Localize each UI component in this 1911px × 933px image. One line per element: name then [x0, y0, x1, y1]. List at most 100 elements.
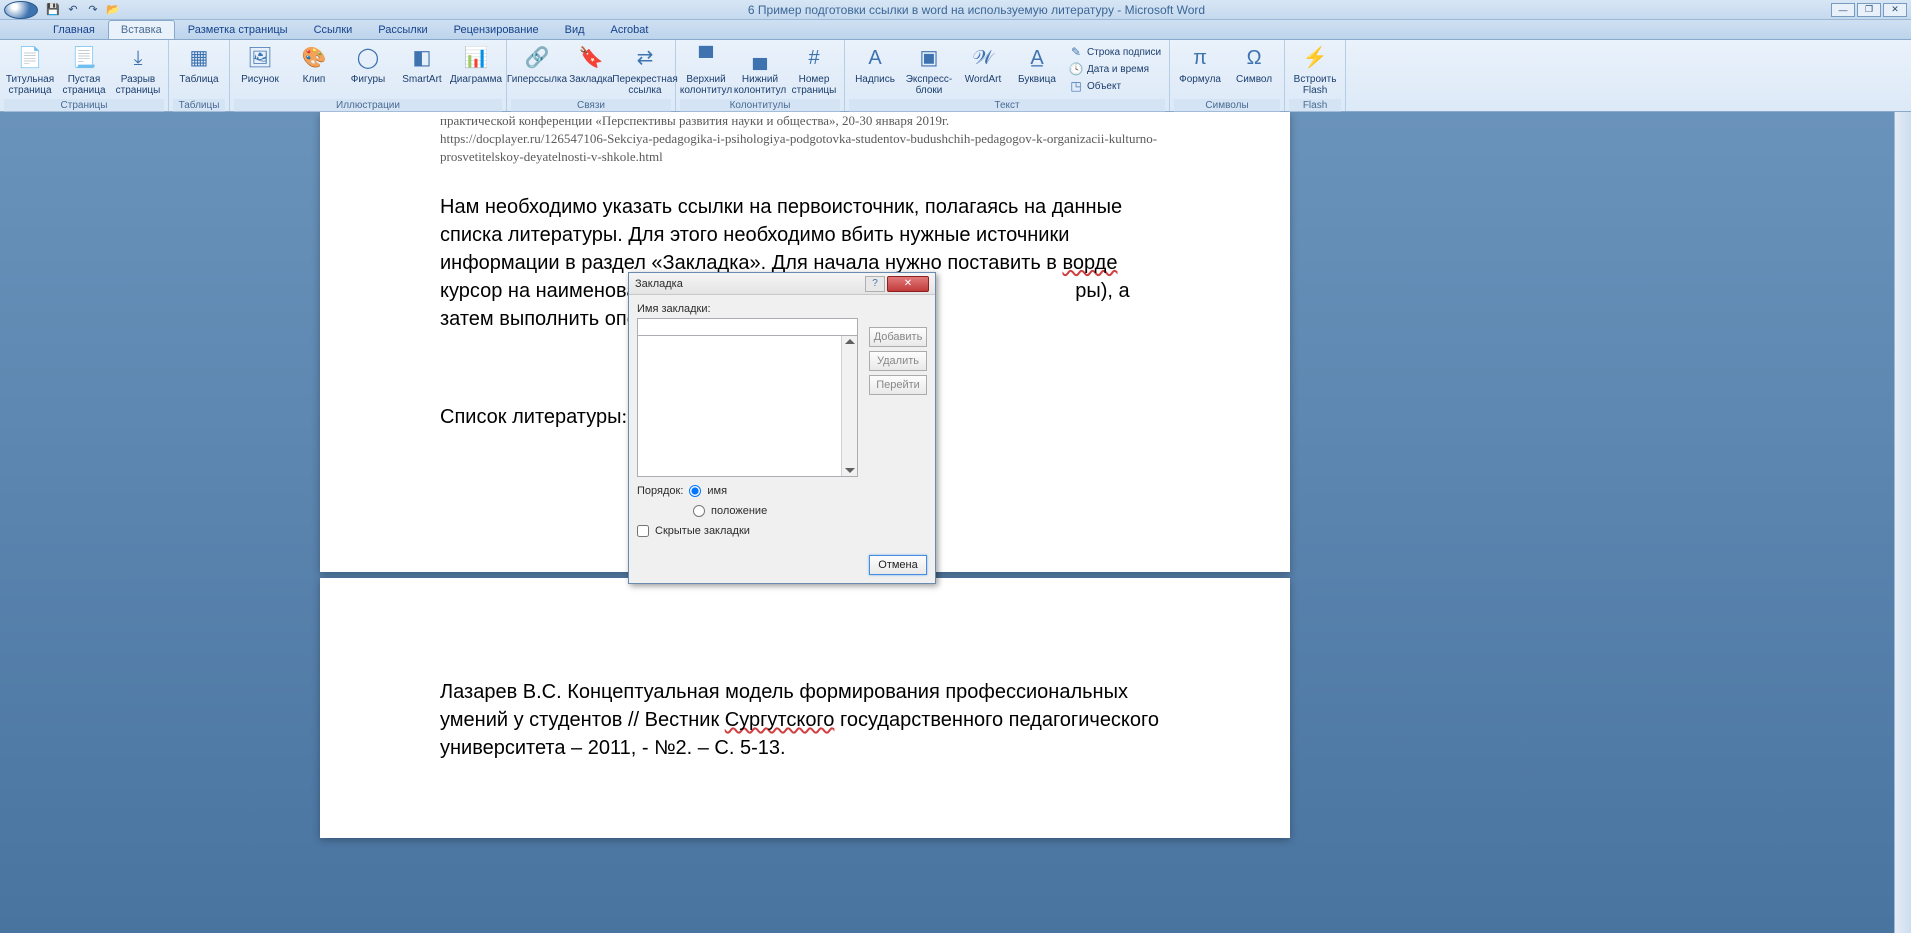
tab-insert[interactable]: Вставка — [108, 20, 175, 39]
vertical-scrollbar[interactable] — [1894, 112, 1911, 933]
object-icon: ◳ — [1069, 79, 1083, 93]
bookmark-list[interactable] — [637, 335, 858, 477]
pagenum-icon: # — [800, 44, 828, 72]
doc-line: практической конференции «Перспективы ра… — [440, 112, 1170, 130]
bookmark-dialog: Закладка ? ✕ Имя закладки: Добавить Удал… — [628, 272, 936, 584]
equation-button[interactable]: πФормула — [1174, 44, 1226, 99]
clipart-icon: 🎨 — [300, 44, 328, 72]
tab-review[interactable]: Рецензирование — [441, 20, 552, 39]
wordart-icon: 𝒲 — [969, 44, 997, 72]
clipart-button[interactable]: 🎨Клип — [288, 44, 340, 99]
quickparts-button[interactable]: ▣Экспресс-блоки — [903, 44, 955, 99]
symbol-button[interactable]: ΩСимвол — [1228, 44, 1280, 99]
group-links: 🔗Гиперссылка 🔖Закладка ⇄Перекрестная ссы… — [507, 40, 676, 111]
equation-icon: π — [1186, 44, 1214, 72]
tab-mailings[interactable]: Рассылки — [365, 20, 440, 39]
hidden-bookmarks-row: Скрытые закладки — [637, 525, 927, 537]
redo-icon[interactable]: ↷ — [84, 2, 102, 18]
hyperlink-button[interactable]: 🔗Гиперссылка — [511, 44, 563, 99]
group-flash: ⚡Встроить Flash Flash — [1285, 40, 1346, 111]
bookmark-name-input[interactable] — [637, 318, 858, 336]
smartart-icon: ◧ — [408, 44, 436, 72]
dialog-title: Закладка — [635, 278, 865, 290]
open-icon[interactable]: 📂 — [104, 2, 122, 18]
symbol-icon: Ω — [1240, 44, 1268, 72]
datetime-icon: 🕓 — [1069, 62, 1083, 76]
tab-page-layout[interactable]: Разметка страницы — [175, 20, 301, 39]
footer-icon: ▄ — [746, 44, 774, 72]
dialog-titlebar[interactable]: Закладка ? ✕ — [629, 273, 935, 295]
goto-bookmark-button[interactable]: Перейти — [869, 375, 927, 395]
window-controls: — ❐ ✕ — [1831, 3, 1907, 17]
page-number-button[interactable]: #Номер страницы — [788, 44, 840, 99]
header-icon: ▀ — [692, 44, 720, 72]
hidden-bookmarks-checkbox[interactable] — [637, 525, 649, 537]
document-workspace[interactable]: практической конференции «Перспективы ра… — [0, 112, 1911, 933]
tab-references[interactable]: Ссылки — [301, 20, 366, 39]
group-label: Символы — [1174, 99, 1280, 112]
tab-acrobat[interactable]: Acrobat — [598, 20, 662, 39]
sort-name-radio[interactable] — [689, 485, 701, 497]
smartart-button[interactable]: ◧SmartArt — [396, 44, 448, 99]
dialog-help-button[interactable]: ? — [865, 276, 885, 292]
group-label: Страницы — [4, 99, 164, 112]
undo-icon[interactable]: ↶ — [64, 2, 82, 18]
signature-icon: ✎ — [1069, 45, 1083, 59]
ribbon-tabs: Главная Вставка Разметка страницы Ссылки… — [0, 20, 1911, 40]
signature-line-button[interactable]: ✎Строка подписи — [1065, 44, 1165, 60]
dropcap-icon: A̲ — [1023, 44, 1051, 72]
chart-icon: 📊 — [462, 44, 490, 72]
tab-home[interactable]: Главная — [40, 20, 108, 39]
document-page[interactable]: Лазарев В.С. Концептуальная модель форми… — [320, 578, 1290, 838]
textbox-button[interactable]: AНадпись — [849, 44, 901, 99]
object-button[interactable]: ◳Объект — [1065, 78, 1165, 94]
header-button[interactable]: ▀Верхний колонтитул — [680, 44, 732, 99]
close-window-button[interactable]: ✕ — [1883, 3, 1907, 17]
flash-icon: ⚡ — [1301, 44, 1329, 72]
cancel-button[interactable]: Отмена — [869, 555, 927, 575]
group-pages: 📄Титульная страница 📃Пустая страница ⤓Ра… — [0, 40, 169, 111]
picture-button[interactable]: 🖼Рисунок — [234, 44, 286, 99]
embed-flash-button[interactable]: ⚡Встроить Flash — [1289, 44, 1341, 99]
restore-button[interactable]: ❐ — [1857, 3, 1881, 17]
cover-page-button[interactable]: 📄Титульная страница — [4, 44, 56, 99]
wordart-button[interactable]: 𝒲WordArt — [957, 44, 1009, 99]
dropcap-button[interactable]: A̲Буквица — [1011, 44, 1063, 99]
titlebar: 💾 ↶ ↷ 📂 6 Пример подготовки ссылки в wor… — [0, 0, 1911, 20]
window-title: 6 Пример подготовки ссылки в word на исп… — [122, 3, 1831, 17]
blank-page-button[interactable]: 📃Пустая страница — [58, 44, 110, 99]
hidden-bookmarks-label: Скрытые закладки — [655, 525, 750, 537]
tab-view[interactable]: Вид — [552, 20, 598, 39]
bookmark-button[interactable]: 🔖Закладка — [565, 44, 617, 99]
group-label: Иллюстрации — [234, 99, 502, 112]
crossref-icon: ⇄ — [631, 44, 659, 72]
group-label: Связи — [511, 99, 671, 112]
group-label: Таблицы — [173, 99, 225, 112]
footer-button[interactable]: ▄Нижний колонтитул — [734, 44, 786, 99]
dialog-body: Имя закладки: Добавить Удалить Перейти П… — [629, 295, 935, 583]
save-icon[interactable]: 💾 — [44, 2, 62, 18]
delete-bookmark-button[interactable]: Удалить — [869, 351, 927, 371]
date-time-button[interactable]: 🕓Дата и время — [1065, 61, 1165, 77]
crossref-button[interactable]: ⇄Перекрестная ссылка — [619, 44, 671, 99]
group-symbols: πФормула ΩСимвол Символы — [1170, 40, 1285, 111]
shapes-button[interactable]: ◯Фигуры — [342, 44, 394, 99]
page-break-button[interactable]: ⤓Разрыв страницы — [112, 44, 164, 99]
table-button[interactable]: ▦Таблица — [173, 44, 225, 99]
office-button[interactable] — [4, 1, 38, 19]
page-icon: 📄 — [16, 44, 44, 72]
group-label: Колонтитулы — [680, 99, 840, 112]
group-label: Flash — [1289, 99, 1341, 112]
group-tables: ▦Таблица Таблицы — [169, 40, 230, 111]
bookmark-icon: 🔖 — [577, 44, 605, 72]
sort-position-radio[interactable] — [693, 505, 705, 517]
add-bookmark-button[interactable]: Добавить — [869, 327, 927, 347]
minimize-button[interactable]: — — [1831, 3, 1855, 17]
break-icon: ⤓ — [124, 44, 152, 72]
sort-order-row2: положение — [693, 505, 927, 517]
list-scrollbar[interactable] — [841, 336, 857, 476]
dialog-close-button[interactable]: ✕ — [887, 276, 929, 292]
group-label: Текст — [849, 99, 1165, 112]
group-headers: ▀Верхний колонтитул ▄Нижний колонтитул #… — [676, 40, 845, 111]
chart-button[interactable]: 📊Диаграмма — [450, 44, 502, 99]
